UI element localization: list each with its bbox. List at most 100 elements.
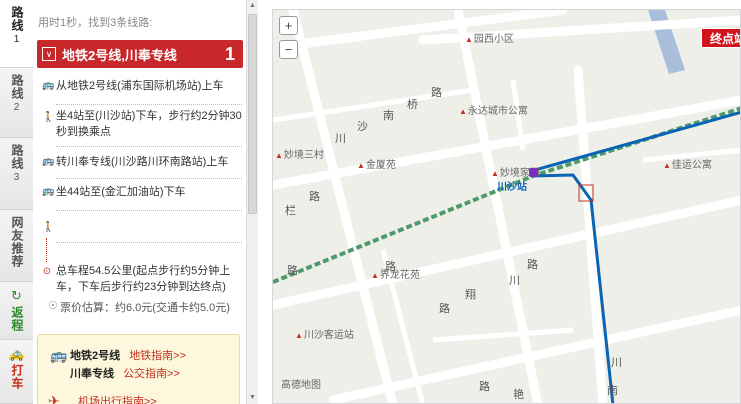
route-header[interactable]: ∨ 地铁2号线,川奉专线 1 [37, 40, 243, 68]
road-label: 南 [607, 385, 618, 397]
tab-route-3[interactable]: 路线 3 [0, 138, 33, 210]
road-label: 川 [335, 133, 346, 145]
bus-icon: 🚌 [42, 156, 55, 167]
tab-taxi-label: 打车 [10, 364, 24, 390]
route-step-3: 转川奉专线(川沙路川环南路站)上车 [56, 156, 229, 168]
route-title: 地铁2号线,川奉专线 [62, 47, 177, 63]
recommend-box: 🚌 地铁2号线 地铁指南>> 川奉专线 公交指南>> ✈ 机场出行指南>> [37, 334, 240, 404]
tab-route-2[interactable]: 路线 2 [0, 68, 33, 138]
road-label: 川 [509, 275, 520, 287]
chevron-down-icon[interactable]: ∨ [42, 47, 56, 61]
tab-netizen-recommend[interactable]: 网友推荐 [0, 210, 33, 282]
walk-icon: 🚶 [42, 222, 55, 233]
road-label: 川 [611, 357, 622, 369]
route-panel: 用时1秒，找到3条线路: ∨ 地铁2号线,川奉专线 1 🚌 从地铁2号线(浦东国… [34, 0, 246, 404]
walk-connector [46, 238, 47, 262]
road-label: 沙 [357, 121, 368, 133]
airport-guide-link[interactable]: 机场出行指南>> [78, 396, 157, 404]
recommend-line-1: 地铁2号线 地铁指南>> [70, 347, 186, 363]
map-minor-road [432, 327, 574, 343]
poi-pin-icon: ▲ [459, 107, 467, 116]
zoom-out-icon: − [284, 42, 293, 57]
walk-icon: 🚶 [42, 112, 55, 123]
road-label: 路 [479, 381, 490, 393]
metro-guide-link[interactable]: 地铁指南>> [129, 350, 186, 362]
map-road [288, 10, 398, 403]
end-station-flag[interactable]: 终点站 [701, 28, 740, 48]
recommend-line-2-name: 川奉专线 [70, 368, 114, 380]
poi-pin-icon: ▲ [275, 151, 283, 160]
poi-label[interactable]: ▲永达城市公寓 [459, 102, 528, 117]
map-road [453, 10, 543, 403]
poi-pin-icon: ▲ [295, 331, 303, 340]
route-tab-strip: 路线 1 路线 2 路线 3 网友推荐 ↻ 返程 🚕 打车 [0, 0, 34, 404]
road-label: 艳 [513, 389, 524, 401]
step-divider [56, 146, 242, 147]
tab-route-1-num: 1 [13, 34, 20, 45]
metro-station-icon[interactable] [529, 168, 538, 177]
recommend-line-2: 川奉专线 公交指南>> [70, 365, 180, 381]
tab-route-1[interactable]: 路线 1 [0, 0, 34, 68]
tab-route-3-label: 路线 [10, 144, 24, 170]
route-step-4: 坐44站至(金汇加油站)下车 [56, 186, 186, 198]
bus-icon: 🚌 [42, 80, 55, 91]
zoom-in-button[interactable]: + [279, 16, 298, 35]
poi-label[interactable]: ▲佳运公寓 [663, 156, 712, 171]
destination-pin-icon: ⊙ [42, 266, 52, 277]
road-label: 路 [287, 265, 298, 277]
bus-icon: 🚌 [42, 186, 55, 197]
tab-netizen-recommend-label: 网友推荐 [10, 216, 24, 268]
route-step-2: 坐4站至(川沙站)下车，步行约2分钟30秒到换乘点 [56, 110, 242, 138]
search-summary: 用时1秒，找到3条线路: [38, 17, 153, 29]
road-label: 翔 [465, 289, 476, 301]
zoom-out-button[interactable]: − [279, 40, 298, 59]
poi-label[interactable]: ▲金厦苑 [357, 156, 396, 171]
scroll-up-arrow-icon[interactable]: ▲ [247, 0, 258, 12]
poi-pin-icon: ▲ [357, 161, 365, 170]
step-divider [56, 178, 242, 179]
taxi-icon: 🚕 [8, 346, 25, 361]
tab-route-3-num: 3 [13, 172, 20, 183]
road-label: 路 [439, 303, 450, 315]
tab-return-trip-label: 返程 [10, 306, 24, 332]
route-total: 总车程54.5公里(起点步行约5分钟上车，下车后步行约23分钟到达终点) [56, 265, 231, 293]
recommend-line-1-name: 地铁2号线 [70, 350, 121, 362]
road-label: 栏 [285, 205, 296, 217]
road-label: 桥 [407, 99, 418, 111]
map-roads [273, 10, 740, 403]
tab-taxi[interactable]: 🚕 打车 [0, 340, 33, 404]
tab-route-2-label: 路线 [10, 74, 24, 100]
scroll-down-arrow-icon[interactable]: ▼ [247, 392, 258, 404]
bus-icon: 🚌 [50, 347, 68, 363]
plane-icon: ✈ [48, 393, 60, 404]
poi-label[interactable]: ▲妙境三村 [275, 146, 324, 161]
road-label: 路 [385, 261, 396, 273]
step-divider [56, 210, 242, 211]
route-index: 1 [224, 43, 235, 64]
tab-return-trip[interactable]: ↻ 返程 [0, 282, 33, 340]
station-label[interactable]: 川沙站 [497, 178, 527, 193]
recommend-airport: 机场出行指南>> [78, 393, 157, 404]
tab-route-1-label: 路线 [10, 6, 24, 32]
road-label: 路 [309, 191, 320, 203]
tab-route-2-num: 2 [13, 102, 20, 113]
scrollbar-thumb[interactable] [248, 14, 257, 214]
panel-scrollbar[interactable]: ▲ ▼ [246, 0, 258, 404]
poi-pin-icon: ▲ [371, 271, 379, 280]
road-label: 路 [527, 259, 538, 271]
bus-guide-link[interactable]: 公交指南>> [123, 368, 180, 380]
return-arrow-icon: ↻ [11, 288, 22, 303]
poi-pin-icon: ▲ [465, 35, 473, 44]
route-step-1: 从地铁2号线(浦东国际机场站)上车 [56, 80, 224, 92]
zoom-in-icon: + [284, 18, 293, 33]
poi-label[interactable]: ▲川沙客运站 [295, 326, 354, 341]
step-divider [56, 242, 242, 243]
step-divider [56, 104, 242, 105]
poi-pin-icon: ▲ [663, 161, 671, 170]
map-view[interactable]: + − 终点站 ▲园西小区 ▲永达城市公寓 ▲妙境三村 ▲金厦苑 ▲妙境家园 ▲… [272, 9, 741, 404]
fare-icon: ☉ [48, 300, 58, 312]
poi-pin-icon: ▲ [491, 169, 499, 178]
poi-label[interactable]: ▲园西小区 [465, 30, 514, 45]
route-fare: 票价估算：约6.0元(交通卡约5.0元) [60, 302, 230, 314]
road-label: 南 [383, 110, 394, 122]
